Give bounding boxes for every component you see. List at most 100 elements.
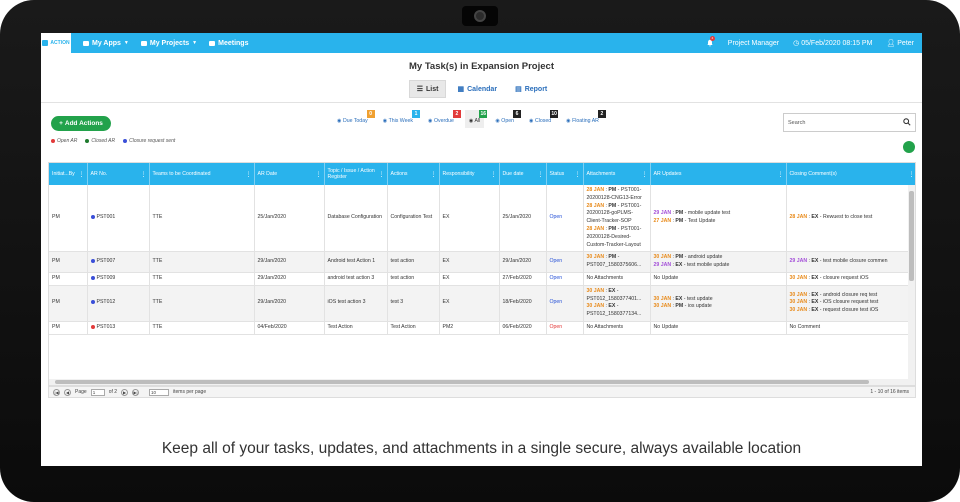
filter-overdue[interactable]: ◉ Overdue 2 — [424, 110, 461, 128]
cell-ar-no[interactable]: PST001 — [87, 185, 150, 253]
column-menu-icon[interactable]: ⋮ — [79, 171, 85, 178]
user-menu[interactable]: 👤︎ Peter — [886, 39, 914, 47]
tab-list[interactable]: ☰ List — [408, 80, 447, 98]
cell-ar-no[interactable]: PST007 — [87, 251, 150, 273]
column-menu-icon[interactable]: ⋮ — [575, 171, 581, 178]
tab-calendar[interactable]: ▦ Calendar — [450, 80, 504, 98]
nav-my-apps[interactable]: My Apps ▼ — [83, 40, 129, 47]
entry-text[interactable]: test mobile closure commen — [823, 258, 888, 264]
cell-ar-no[interactable]: PST012 — [87, 285, 150, 322]
entry-line: 30 JAN : PM - android update — [654, 254, 783, 262]
column-menu-icon[interactable]: ⋮ — [491, 171, 497, 178]
column-header[interactable]: Attachments ⋮ — [583, 163, 651, 185]
page-input[interactable]: 1 — [90, 388, 105, 396]
cell-teams: TTE — [149, 321, 255, 335]
entry-text[interactable]: mobile update test — [688, 210, 730, 216]
prev-page-button[interactable]: ◀ — [64, 388, 71, 396]
horizontal-scroll-thumb[interactable] — [55, 380, 869, 384]
filter-all[interactable]: ◉ All 16 — [464, 110, 488, 128]
column-menu-icon[interactable]: ⋮ — [778, 171, 784, 178]
entry-text[interactable]: Test Update — [688, 218, 716, 224]
horizontal-scrollbar[interactable] — [49, 379, 915, 385]
entry-text[interactable]: PST012_1580377134... — [587, 311, 642, 317]
vertical-scroll-thumb[interactable] — [909, 191, 914, 281]
entry-date: 28 JAN — [586, 202, 605, 209]
nav-my-projects[interactable]: My Projects ▼ — [140, 39, 197, 47]
entry-text[interactable]: Rewuest to close test — [823, 214, 872, 220]
column-header-label: Responsibility — [442, 171, 475, 177]
filter-due-today[interactable]: ◉ Due Today 0 — [333, 110, 375, 128]
column-menu-icon[interactable]: ⋮ — [642, 171, 648, 178]
table-row[interactable]: PM PST009 TTE 29/Jan/2020 android test actio… — [49, 272, 915, 286]
entry-text[interactable]: android update — [688, 254, 723, 260]
column-menu-icon[interactable]: ⋮ — [316, 171, 322, 178]
cell-topic: android test action 3 — [324, 272, 388, 286]
notifications-button[interactable]: 4 — [706, 36, 715, 47]
status-dot — [90, 324, 95, 329]
status-value: Open — [549, 274, 563, 281]
last-page-button[interactable]: ▶| — [132, 388, 140, 396]
entry-text[interactable]: test update — [687, 296, 713, 302]
app-logo[interactable]: ACTION — [41, 33, 71, 53]
first-page-button[interactable]: |◀ — [53, 388, 60, 396]
column-menu-icon[interactable]: ⋮ — [431, 171, 437, 178]
cell-ar_date: 25/Jan/2020 — [254, 185, 325, 253]
add-actions-button[interactable]: + Add Actions — [51, 116, 111, 131]
column-menu-icon[interactable]: ⋮ — [141, 171, 147, 178]
table-row[interactable]: PM PST012 TTE 29/Jan/2020 iOS test action 3 t… — [49, 285, 915, 322]
column-menu-icon[interactable]: ⋮ — [246, 171, 252, 178]
cell-ar-no[interactable]: PST013 — [87, 321, 150, 335]
column-header[interactable]: AR Date ⋮ — [254, 163, 325, 185]
cell-ar-no[interactable]: PST009 — [87, 272, 150, 286]
column-header-label: Due date — [502, 171, 524, 177]
column-header[interactable]: Initiat...By ⋮ — [49, 163, 88, 185]
entry-text[interactable]: closure request iOS — [823, 275, 869, 281]
entry-date: 30 JAN — [653, 254, 672, 261]
multi-entry-cell: No Update — [650, 272, 787, 286]
table-row[interactable]: PM PST001 TTE 25/Jan/2020 Database Configura… — [49, 185, 915, 253]
entry-text[interactable]: PST012_1580377401... — [587, 296, 642, 302]
multi-entry-cell: No Attachments — [583, 272, 651, 286]
entry-text[interactable]: iOS closure request test — [823, 299, 878, 305]
column-header-label: Closing Comment(s) — [789, 171, 837, 177]
column-header[interactable]: Actions ⋮ — [387, 163, 440, 185]
column-menu-icon[interactable]: ⋮ — [538, 171, 544, 178]
search-input[interactable]: Search — [783, 113, 916, 132]
column-header[interactable]: AR No. ⋮ — [87, 163, 150, 185]
column-header[interactable]: Closing Comment(s) ⋮ — [786, 163, 915, 185]
column-menu-icon[interactable]: ⋮ — [909, 171, 915, 178]
tab-report[interactable]: ▤ Report — [508, 80, 554, 98]
filter-count-badge: 2 — [597, 110, 606, 118]
nav-meetings[interactable]: Meetings — [209, 40, 248, 47]
column-header[interactable]: AR Updates ⋮ — [650, 163, 787, 185]
nav-my-projects-label: My Projects — [149, 39, 190, 47]
cell-topic: Database Configuration — [324, 185, 388, 253]
column-header[interactable]: Teams to be Coordinated ⋮ — [149, 163, 255, 185]
table-row[interactable]: PM PST007 TTE 29/Jan/2020 Android test Actio… — [49, 251, 915, 273]
entry-text[interactable]: PST007_1580375606... — [587, 262, 642, 268]
entry-text[interactable]: request closure test iOS — [823, 307, 878, 313]
filter-floating-ar[interactable]: ◉ Floating AR 2 — [562, 110, 606, 128]
filter-this-week[interactable]: ◉ This Week 1 — [379, 110, 420, 128]
filter-open[interactable]: ◉ Open 6 — [491, 110, 521, 128]
by-value: PM — [52, 274, 60, 281]
column-header[interactable]: Topic / Issue / Action Register ⋮ — [324, 163, 388, 185]
table-row[interactable]: PM PST013 TTE 04/Feb/2020 Test Action Test Ac… — [49, 321, 915, 335]
entry-text[interactable]: android closure req test — [823, 292, 877, 298]
per-page-select[interactable]: 10 — [149, 388, 170, 396]
filter-count-badge: 6 — [512, 110, 521, 118]
datetime-value: 05/Feb/2020 08:15 PM — [801, 40, 873, 47]
filter-closed[interactable]: ◉ Closed 10 — [525, 110, 559, 128]
tab-calendar-label: Calendar — [467, 85, 498, 93]
entry-text[interactable]: ios update — [688, 303, 712, 309]
entry-text[interactable]: test mobile update — [687, 262, 729, 268]
cell-by: PM — [49, 251, 88, 273]
column-header[interactable]: Status ⋮ — [546, 163, 584, 185]
status-dot — [90, 275, 95, 280]
column-header[interactable]: Due date ⋮ — [499, 163, 547, 185]
export-excel-icon[interactable] — [903, 141, 915, 153]
next-page-button[interactable]: ▶ — [121, 388, 129, 396]
column-header[interactable]: Responsibility ⋮ — [439, 163, 500, 185]
column-menu-icon[interactable]: ⋮ — [379, 171, 385, 178]
vertical-scrollbar[interactable] — [908, 185, 915, 381]
